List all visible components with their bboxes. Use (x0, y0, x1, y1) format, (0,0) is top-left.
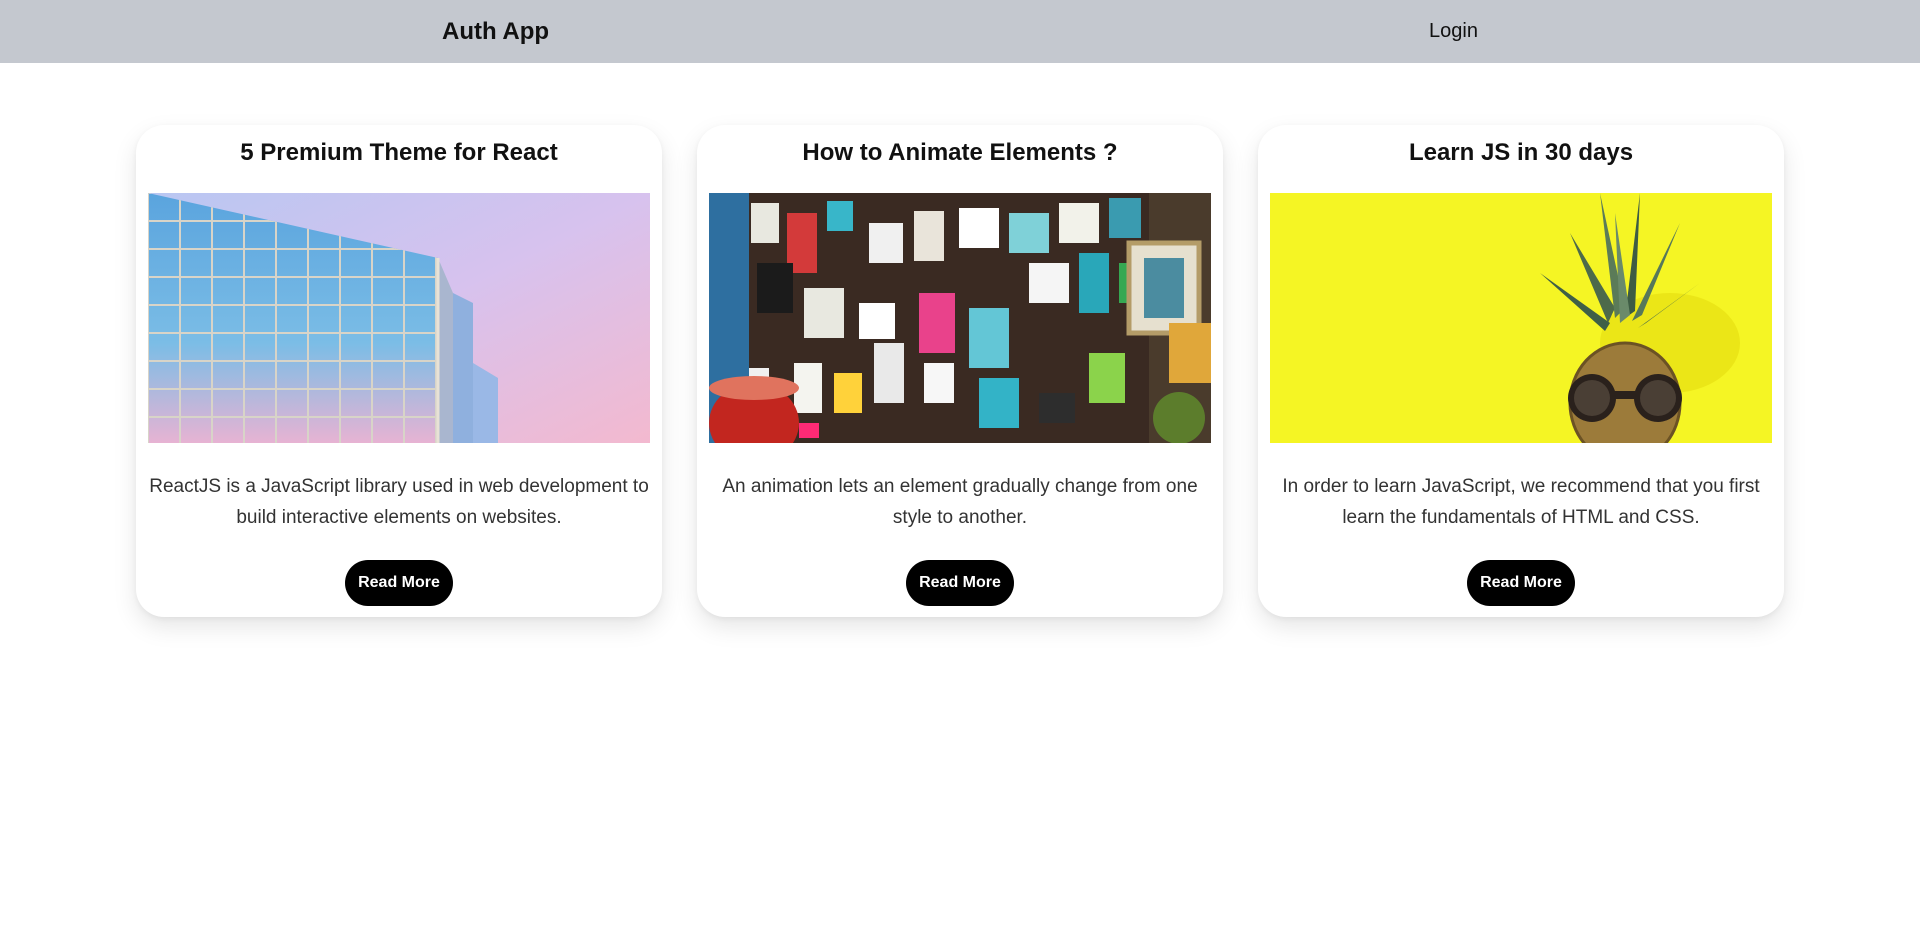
read-more-button[interactable]: Read More (345, 560, 453, 606)
pineapple-sunglasses-photo (1270, 193, 1772, 443)
card-description: ReactJS is a JavaScript library used in … (149, 476, 649, 528)
read-more-button[interactable]: Read More (906, 560, 1014, 606)
poster-wall-photo (709, 193, 1211, 443)
card-description: An animation lets an element gradually c… (722, 476, 1198, 528)
card-title: Learn JS in 30 days (1408, 139, 1634, 166)
card-title: How to Animate Elements ? (802, 139, 1118, 166)
blog-card: How to Animate Elements ? An animation l… (697, 125, 1223, 617)
read-more-button[interactable]: Read More (1467, 560, 1575, 606)
card-description: In order to learn JavaScript, we recomme… (1282, 476, 1760, 528)
card-grid: 5 Premium Theme for React ReactJS is a J… (136, 125, 1784, 617)
blog-card: 5 Premium Theme for React ReactJS is a J… (136, 125, 662, 617)
login-link[interactable]: Login (1429, 0, 1478, 63)
brand-logo[interactable]: Auth App (442, 0, 549, 63)
card-title: 5 Premium Theme for React (240, 139, 558, 166)
navbar: Auth App Login (0, 0, 1920, 63)
glass-building-photo (148, 193, 650, 443)
blog-card: Learn JS in 30 days In order to learn Ja… (1258, 125, 1784, 617)
